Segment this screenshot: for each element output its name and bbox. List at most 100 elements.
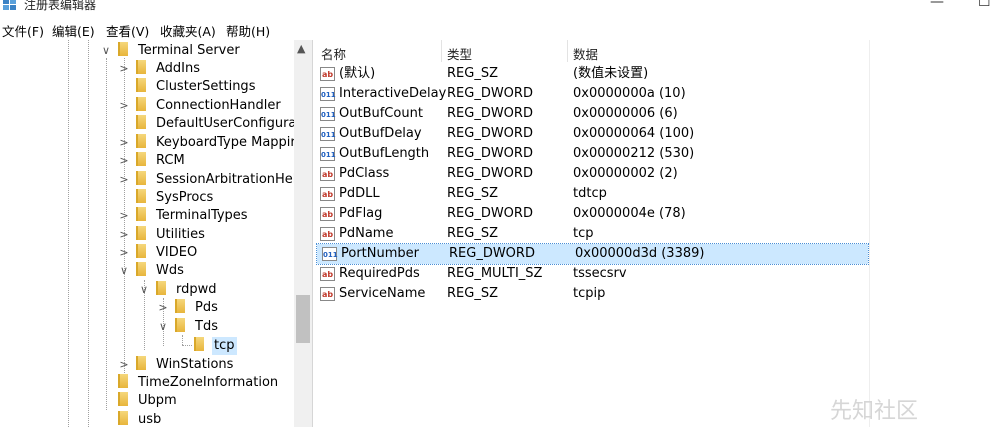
tree-node-usb[interactable]: usb bbox=[98, 411, 163, 427]
folder-icon bbox=[118, 42, 128, 56]
registry-editor-icon bbox=[3, 0, 16, 10]
folder-icon bbox=[136, 262, 146, 276]
binary-value-icon: 011 bbox=[322, 247, 338, 261]
folder-icon bbox=[136, 60, 146, 74]
tree-node-wds[interactable]: ∨ Wds bbox=[116, 262, 186, 280]
column-divider[interactable] bbox=[567, 40, 568, 62]
tree-node-sysprocs[interactable]: SysProcs bbox=[116, 189, 215, 207]
folder-icon bbox=[175, 318, 185, 332]
string-value-icon: ab bbox=[320, 267, 335, 281]
tree-node-keyboardtype-mapping[interactable]: > KeyboardType Mappir bbox=[116, 134, 298, 152]
menu-bar: 文件(F) 编辑(E) 查看(V) 收藏夹(A) 帮助(H) bbox=[0, 20, 999, 40]
registry-value-list[interactable]: 名称 类型 数据 ab (默认) REG_SZ (数值未设置) 011 Inte… bbox=[315, 40, 999, 427]
tree-node-timezoneinformation[interactable]: TimeZoneInformation bbox=[98, 374, 280, 392]
value-row-servicename[interactable]: ab ServiceName REG_SZ tcpip bbox=[315, 284, 869, 304]
minimize-button[interactable]: — bbox=[930, 0, 944, 10]
folder-icon bbox=[118, 411, 128, 425]
expand-icon[interactable]: > bbox=[116, 97, 132, 115]
string-value-icon: ab bbox=[320, 187, 335, 201]
collapse-icon[interactable]: ∨ bbox=[155, 318, 171, 336]
value-row-interactivedelay[interactable]: 011 InteractiveDelay REG_DWORD 0x0000000… bbox=[315, 84, 869, 104]
tree-guide-line bbox=[106, 58, 107, 410]
folder-icon bbox=[136, 356, 146, 370]
scrollbar-thumb[interactable] bbox=[296, 295, 310, 343]
folder-icon bbox=[136, 134, 146, 148]
value-row-default[interactable]: ab (默认) REG_SZ (数值未设置) bbox=[315, 64, 869, 84]
expand-icon[interactable]: > bbox=[116, 60, 132, 78]
folder-icon bbox=[175, 299, 185, 313]
tree-node-winstations[interactable]: > WinStations bbox=[116, 356, 235, 374]
tree-node-tds[interactable]: ∨ Tds bbox=[155, 318, 220, 336]
folder-icon bbox=[194, 337, 204, 351]
tree-node-tcp[interactable]: tcp bbox=[174, 337, 237, 355]
value-row-outbuflength[interactable]: 011 OutBufLength REG_DWORD 0x00000212 (5… bbox=[315, 144, 869, 164]
column-header-type[interactable]: 类型 bbox=[447, 44, 472, 63]
expand-icon[interactable]: > bbox=[116, 152, 132, 170]
binary-value-icon: 011 bbox=[320, 147, 336, 161]
tree-node-connectionhandler[interactable]: > ConnectionHandler bbox=[116, 97, 283, 115]
value-row-pdflag[interactable]: ab PdFlag REG_DWORD 0x0000004e (78) bbox=[315, 204, 869, 224]
tree-node-clustersettings[interactable]: ClusterSettings bbox=[116, 78, 257, 96]
string-value-icon: ab bbox=[320, 227, 335, 241]
maximize-button[interactable]: ☐ bbox=[978, 0, 991, 10]
column-header-name[interactable]: 名称 bbox=[321, 44, 346, 63]
expand-icon[interactable]: > bbox=[116, 207, 132, 225]
menu-file[interactable]: 文件(F) bbox=[2, 21, 44, 40]
window-title: 注册表编辑器 bbox=[24, 0, 97, 12]
menu-help[interactable]: 帮助(H) bbox=[226, 21, 270, 40]
folder-icon bbox=[136, 244, 146, 258]
tree-node-sessionarbitrationhelper[interactable]: > SessionArbitrationHelp bbox=[116, 171, 307, 189]
folder-icon bbox=[136, 152, 146, 166]
value-row-portnumber[interactable]: 011 PortNumber REG_DWORD 0x00000d3d (338… bbox=[316, 243, 869, 265]
tree-node-pds[interactable]: > Pds bbox=[155, 299, 220, 317]
collapse-icon[interactable]: ∨ bbox=[136, 281, 152, 299]
string-value-icon: ab bbox=[320, 167, 335, 181]
tree-node-utilities[interactable]: > Utilities bbox=[116, 226, 207, 244]
tree-node-terminaltypes[interactable]: > TerminalTypes bbox=[116, 207, 250, 225]
string-value-icon: ab bbox=[320, 287, 335, 301]
expand-icon[interactable]: > bbox=[116, 356, 132, 374]
tree-guide-line bbox=[68, 40, 69, 427]
folder-icon bbox=[136, 97, 146, 111]
menu-favorites[interactable]: 收藏夹(A) bbox=[160, 21, 216, 40]
folder-icon bbox=[118, 374, 128, 388]
folder-icon bbox=[136, 115, 146, 129]
value-row-pdname[interactable]: ab PdName REG_SZ tcp bbox=[315, 224, 869, 244]
tree-node-rdpwd[interactable]: ∨ rdpwd bbox=[136, 281, 219, 299]
watermark: 先知社区 bbox=[830, 399, 919, 424]
expand-icon[interactable]: > bbox=[155, 299, 171, 317]
folder-icon bbox=[136, 78, 146, 92]
folder-icon bbox=[136, 171, 146, 185]
scroll-up-icon[interactable]: ▲ bbox=[297, 42, 305, 55]
string-value-icon: ab bbox=[320, 207, 335, 221]
expand-icon[interactable]: > bbox=[116, 244, 132, 262]
value-row-requiredpds[interactable]: ab RequiredPds REG_MULTI_SZ tssecsrv bbox=[315, 264, 869, 284]
tree-node-addins[interactable]: > AddIns bbox=[116, 60, 202, 78]
tree-node-video[interactable]: > VIDEO bbox=[116, 244, 199, 262]
collapse-icon[interactable]: ∨ bbox=[98, 42, 114, 60]
value-row-outbufdelay[interactable]: 011 OutBufDelay REG_DWORD 0x00000064 (10… bbox=[315, 124, 869, 144]
column-header-data[interactable]: 数据 bbox=[573, 44, 598, 63]
tree-guide-line bbox=[88, 40, 89, 427]
tree-node-ubpm[interactable]: Ubpm bbox=[98, 392, 179, 410]
value-row-outbufcount[interactable]: 011 OutBufCount REG_DWORD 0x00000006 (6) bbox=[315, 104, 869, 124]
tree-node-terminal-server[interactable]: ∨ Terminal Server bbox=[98, 42, 242, 60]
folder-icon bbox=[156, 281, 166, 295]
column-divider[interactable] bbox=[441, 40, 442, 62]
value-row-pddll[interactable]: ab PdDLL REG_SZ tdtcp bbox=[315, 184, 869, 204]
binary-value-icon: 011 bbox=[320, 87, 336, 101]
registry-key-tree[interactable]: ∨ Terminal Server > AddIns ClusterSettings… bbox=[0, 40, 313, 427]
menu-view[interactable]: 查看(V) bbox=[106, 21, 149, 40]
expand-icon[interactable]: > bbox=[116, 171, 132, 189]
tree-node-defaultuserconfiguration[interactable]: DefaultUserConfigurati bbox=[116, 115, 307, 133]
title-bar: 注册表编辑器 — ☐ bbox=[0, 0, 999, 14]
tree-node-rcm[interactable]: > RCM bbox=[116, 152, 187, 170]
menu-edit[interactable]: 编辑(E) bbox=[52, 21, 95, 40]
folder-icon bbox=[136, 207, 146, 221]
collapse-icon[interactable]: ∨ bbox=[116, 262, 132, 280]
tree-scrollbar[interactable]: ▲ bbox=[294, 40, 312, 427]
expand-icon[interactable]: > bbox=[116, 134, 132, 152]
expand-icon[interactable]: > bbox=[116, 226, 132, 244]
value-row-pdclass[interactable]: ab PdClass REG_DWORD 0x00000002 (2) bbox=[315, 164, 869, 184]
binary-value-icon: 011 bbox=[320, 107, 336, 121]
